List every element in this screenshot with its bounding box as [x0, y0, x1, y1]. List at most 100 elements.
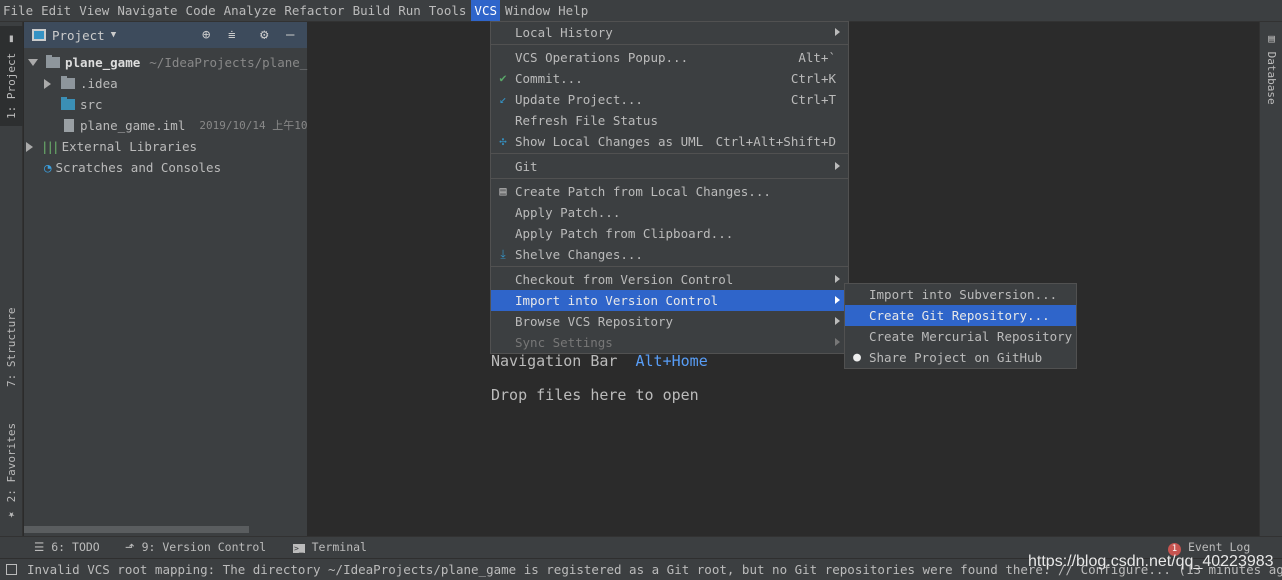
- project-view-selector[interactable]: Project: [52, 28, 105, 43]
- tool-tab-database[interactable]: ▤ Database: [1260, 32, 1282, 105]
- menu-item-label: Local History: [515, 25, 613, 40]
- menu-item-label: Import into Subversion...: [869, 287, 1058, 302]
- collapse-arrow-icon[interactable]: [44, 78, 51, 89]
- scratches-icon: ◔: [44, 160, 52, 175]
- menu-item-apply-patch-clipboard[interactable]: Apply Patch from Clipboard...: [491, 223, 848, 244]
- tool-tab-label: 6: TODO: [51, 540, 100, 554]
- expand-arrow-icon[interactable]: [28, 59, 38, 66]
- minimize-icon[interactable]: —: [286, 27, 294, 43]
- tool-tab-project[interactable]: 1: Project ▮: [0, 26, 23, 126]
- menu-item-create-mercurial-repository[interactable]: Create Mercurial Repository: [845, 326, 1076, 347]
- menu-analyze[interactable]: Analyze: [221, 0, 280, 21]
- module-folder-icon: [46, 55, 60, 68]
- menu-item-git[interactable]: Git: [491, 156, 848, 177]
- menu-item-show-local-changes-uml[interactable]: ✣ Show Local Changes as UML Ctrl+Alt+Shift…: [491, 131, 848, 152]
- menu-file[interactable]: File: [0, 0, 36, 21]
- gear-icon[interactable]: ⚙: [260, 27, 268, 43]
- menu-item-label: Create Patch from Local Changes...: [515, 184, 771, 199]
- menu-item-checkout[interactable]: Checkout from Version Control: [491, 269, 848, 290]
- watermark: https://blog.csdn.net/qq_40223983: [1028, 553, 1274, 570]
- version-control-icon: ⬏: [125, 540, 135, 554]
- locate-icon[interactable]: ⊕: [202, 27, 210, 43]
- tree-item-plane-game[interactable]: plane_game ~/IdeaProjects/plane_game: [28, 52, 337, 73]
- terminal-icon: >_: [293, 544, 305, 553]
- tree-item-idea[interactable]: .idea: [44, 73, 118, 94]
- menu-item-refresh-file-status[interactable]: Refresh File Status: [491, 110, 848, 131]
- check-icon: ✔: [499, 71, 507, 85]
- menu-item-label: VCS Operations Popup...: [515, 50, 689, 65]
- menu-item-create-patch[interactable]: ▤ Create Patch from Local Changes...: [491, 181, 848, 202]
- tool-tab-favorites-label: 2: Favorites: [5, 422, 18, 502]
- collapse-arrow-icon[interactable]: [26, 141, 33, 152]
- navigation-bar-hint: Navigation Bar Alt+Home: [491, 352, 708, 370]
- hint-label: Navigation Bar: [491, 352, 618, 370]
- tool-tab-structure-label: 7: Structure: [5, 307, 18, 387]
- menu-item-label: Commit...: [515, 71, 583, 86]
- menu-item-apply-patch[interactable]: Apply Patch...: [491, 202, 848, 223]
- menu-item-label: Browse VCS Repository: [515, 314, 674, 329]
- menu-window[interactable]: Window: [502, 0, 553, 21]
- menu-item-label: Share Project on GitHub: [869, 350, 1043, 365]
- library-icon: |||: [41, 139, 60, 154]
- menu-edit[interactable]: Edit: [38, 0, 74, 21]
- list-icon: ☰: [34, 540, 45, 554]
- menu-code[interactable]: Code: [183, 0, 219, 21]
- menu-item-commit[interactable]: ✔ Commit... Ctrl+K: [491, 68, 848, 89]
- tree-label: plane_game: [65, 55, 141, 70]
- tree-item-src[interactable]: src: [61, 94, 103, 115]
- tool-tab-version-control[interactable]: ⬏ 9: Version Control: [125, 540, 266, 554]
- tree-label: plane_game.iml: [80, 118, 186, 133]
- project-view-icon: [32, 29, 46, 41]
- tree-item-iml[interactable]: plane_game.iml 2019/10/14 上午10: [64, 115, 307, 136]
- tool-tab-label: Terminal: [311, 540, 367, 554]
- menu-item-local-history[interactable]: Local History: [491, 22, 848, 43]
- menu-view[interactable]: View: [76, 0, 112, 21]
- menu-item-vcs-operations-popup[interactable]: VCS Operations Popup... Alt+`: [491, 47, 848, 68]
- menu-vcs[interactable]: VCS: [471, 0, 500, 21]
- tree-item-scratches[interactable]: ◔ Scratches and Consoles: [44, 157, 221, 178]
- folder-icon: [61, 76, 75, 89]
- menu-build[interactable]: Build: [350, 0, 394, 21]
- menu-item-label: Create Mercurial Repository: [869, 329, 1073, 344]
- tree-label: .idea: [80, 76, 118, 91]
- menu-run[interactable]: Run: [395, 0, 424, 21]
- menu-item-import-into-vcs[interactable]: Import into Version Control: [491, 290, 848, 311]
- tool-tab-todo[interactable]: ☰ 6: TODO: [34, 540, 100, 554]
- menu-item-update-project[interactable]: ↙ Update Project... Ctrl+T: [491, 89, 848, 110]
- shelve-icon: ⤓: [500, 247, 506, 261]
- tool-tab-favorites[interactable]: ★ 2: Favorites: [0, 417, 23, 527]
- menu-item-label: Apply Patch...: [515, 205, 621, 220]
- menu-tools[interactable]: Tools: [426, 0, 470, 21]
- tool-tab-terminal[interactable]: >_ Terminal: [293, 540, 367, 554]
- menu-item-label: Import into Version Control: [515, 293, 719, 308]
- update-arrow-icon: ↙: [499, 92, 507, 106]
- submenu-arrow-icon: [835, 338, 840, 346]
- menu-navigate[interactable]: Navigate: [114, 0, 180, 21]
- menu-item-share-on-github[interactable]: ● Share Project on GitHub: [845, 347, 1076, 368]
- menu-item-browse-vcs-repository[interactable]: Browse VCS Repository: [491, 311, 848, 332]
- menu-item-create-git-repository[interactable]: Create Git Repository...: [845, 305, 1076, 326]
- menu-item-import-subversion[interactable]: Import into Subversion...: [845, 284, 1076, 305]
- tool-tab-database-label: Database: [1265, 51, 1278, 105]
- menu-item-shelve-changes[interactable]: ⤓ Shelve Changes...: [491, 244, 848, 265]
- menu-item-label: Create Git Repository...: [869, 308, 1050, 323]
- menu-item-label: Checkout from Version Control: [515, 272, 734, 287]
- menu-item-label: Shelve Changes...: [515, 247, 643, 262]
- chevron-down-icon[interactable]: ▼: [111, 30, 116, 40]
- menu-item-label: Sync Settings: [515, 335, 613, 350]
- menu-item-label: Apply Patch from Clipboard...: [515, 226, 734, 241]
- menu-refactor[interactable]: Refactor: [281, 0, 347, 21]
- collapse-all-icon[interactable]: ⩧: [228, 28, 236, 43]
- right-tool-strip: ▤ Database: [1259, 22, 1282, 536]
- menu-item-shortcut: Ctrl+K: [790, 71, 836, 86]
- drop-files-hint: Drop files here to open: [491, 386, 699, 404]
- toggle-tool-windows-icon[interactable]: [6, 564, 17, 575]
- iml-file-icon: [64, 119, 74, 132]
- github-icon: ●: [853, 350, 861, 365]
- tree-item-external-libraries[interactable]: ||| External Libraries: [26, 136, 197, 157]
- horizontal-scrollbar[interactable]: [24, 526, 249, 533]
- tool-tab-structure[interactable]: 7: Structure: [0, 292, 23, 402]
- hint-shortcut: Alt+Home: [635, 352, 708, 370]
- menu-help[interactable]: Help: [555, 0, 591, 21]
- menu-item-shortcut: Ctrl+T: [790, 92, 836, 107]
